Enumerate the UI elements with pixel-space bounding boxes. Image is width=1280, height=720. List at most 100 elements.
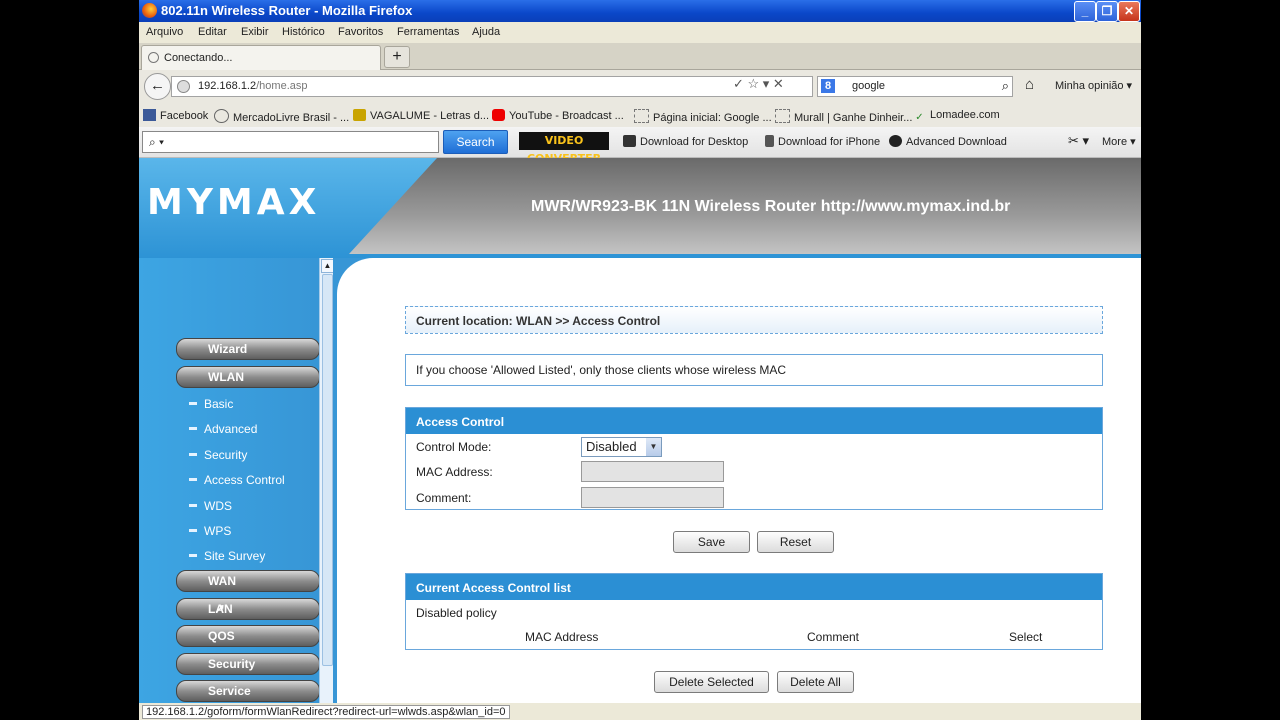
mouse-cursor-icon: ➚ [214, 600, 226, 616]
delete-all-button[interactable]: Delete All [777, 671, 854, 693]
model-title: MWR/WR923-BK 11N Wireless Router http://… [531, 198, 1011, 215]
submenu-security[interactable]: Security [188, 448, 247, 462]
lomadee-icon: ✓ [915, 112, 924, 123]
browser-window: 802.11n Wireless Router - Mozilla Firefo… [139, 0, 1141, 720]
search-engine-bar[interactable]: 8 google ⌕ [817, 76, 1013, 97]
menu-favoritos[interactable]: Favoritos [338, 26, 383, 38]
navigation-bar: ← 192.168.1.2/home.asp ✓ ☆ ▾ ✕ 8 google … [139, 70, 1141, 102]
comment-label: Comment: [416, 491, 472, 505]
loading-icon [148, 52, 159, 63]
toolbar-search-button[interactable]: Search [443, 130, 508, 154]
router-page: MYMAX MWR/WR923-BK 11N Wireless Router h… [139, 158, 1141, 703]
info-box: If you choose 'Allowed Listed', only tho… [405, 354, 1103, 386]
search-engine-value: google [852, 80, 886, 92]
back-button[interactable]: ← [144, 73, 171, 100]
bookmarks-bar: Facebook MercadoLivre Brasil - ... VAGAL… [139, 102, 1141, 127]
menu-service[interactable]: Service [176, 680, 320, 702]
download-icon [889, 135, 902, 147]
search-toolbar: ⌕ ▾ Search VIDEO CONVERTER Download for … [139, 127, 1141, 165]
url-bar[interactable]: 192.168.1.2/home.asp [171, 76, 813, 97]
handshake-icon [214, 109, 229, 123]
menu-lan[interactable]: LAN [176, 598, 320, 620]
menu-wizard[interactable]: Wizard [176, 338, 320, 360]
status-url: 192.168.1.2/goform/formWlanRedirect?redi… [142, 705, 510, 719]
tab-active[interactable]: Conectando... [141, 45, 381, 70]
home-icon[interactable]: ⌂ [1025, 76, 1034, 93]
new-tab-button[interactable]: + [384, 46, 410, 68]
minimize-button[interactable]: _ [1074, 1, 1096, 22]
bookmark-mercadolivre[interactable]: MercadoLivre Brasil - ... [214, 109, 349, 124]
menu-security[interactable]: Security [176, 653, 320, 675]
menu-qos[interactable]: QOS [176, 625, 320, 647]
bookmark-lomadee[interactable]: ✓ Lomadee.com [913, 109, 999, 124]
download-desktop-button[interactable]: Download for Desktop [623, 135, 748, 148]
tools-icon[interactable]: ✂ ▾ [1068, 133, 1089, 149]
menu-wlan[interactable]: WLAN [176, 366, 320, 388]
access-list-panel: Current Access Control list Disabled pol… [405, 573, 1103, 650]
scroll-thumb[interactable] [322, 274, 333, 666]
menu-historico[interactable]: Histórico [282, 26, 325, 38]
advanced-download-button[interactable]: Advanced Download [889, 135, 1007, 148]
youtube-icon [492, 109, 505, 121]
toolbar-search-input[interactable]: ⌕ ▾ [142, 131, 439, 153]
close-button[interactable]: ✕ [1118, 1, 1140, 22]
download-iphone-button[interactable]: Download for iPhone [765, 135, 880, 148]
mac-address-label: MAC Address: [416, 465, 493, 479]
reset-button[interactable]: Reset [757, 531, 834, 553]
status-bar: 192.168.1.2/goform/formWlanRedirect?redi… [139, 703, 1141, 720]
submenu-wds[interactable]: WDS [189, 499, 232, 513]
column-comment: Comment [807, 630, 860, 644]
vagalume-icon [353, 109, 366, 121]
tab-bar: Conectando... + [139, 43, 1141, 70]
bookmark-vagalume[interactable]: VAGALUME - Letras d... [353, 109, 489, 122]
save-button[interactable]: Save [673, 531, 750, 553]
submenu-advanced[interactable]: Advanced [188, 422, 257, 436]
search-icon[interactable]: ⌕ [1002, 78, 1009, 94]
submenu-wps[interactable]: WPS [188, 524, 231, 538]
chevron-down-icon[interactable]: ▼ [646, 438, 661, 456]
submenu-basic[interactable]: Basic [188, 397, 233, 411]
phone-icon [765, 135, 774, 147]
access-control-header: Access Control [406, 408, 1102, 434]
firefox-icon [142, 3, 157, 18]
bookmark-facebook[interactable]: Facebook [143, 109, 208, 122]
menu-ferramentas[interactable]: Ferramentas [397, 26, 459, 38]
menu-exibir[interactable]: Exibir [241, 26, 269, 38]
menu-editar[interactable]: Editar [198, 26, 227, 38]
policy-text: Disabled policy [416, 606, 497, 620]
mac-address-input[interactable] [581, 461, 724, 482]
submenu-site-survey[interactable]: Site Survey [188, 549, 265, 563]
feedback-button[interactable]: Minha opinião ▾ [1055, 79, 1132, 92]
menu-arquivo[interactable]: Arquivo [146, 26, 183, 38]
control-mode-label: Control Mode: [416, 440, 492, 454]
sidebar-curve [333, 258, 397, 703]
facebook-icon [143, 109, 156, 121]
menu-ajuda[interactable]: Ajuda [472, 26, 500, 38]
menu-wan[interactable]: WAN [176, 570, 320, 592]
page-icon [775, 109, 790, 123]
sidebar: Wizard WLAN Basic Advanced Security Acce… [139, 258, 320, 703]
google-icon: 8 [821, 79, 835, 93]
url-text: 192.168.1.2/home.asp [198, 80, 308, 92]
submenu-access-control[interactable]: Access Control [189, 473, 285, 487]
bookmark-youtube[interactable]: YouTube - Broadcast ... [492, 109, 624, 122]
comment-input[interactable] [581, 487, 724, 508]
video-converter-logo[interactable]: VIDEO CONVERTER [519, 132, 609, 165]
monitor-icon [623, 135, 636, 147]
mymax-logo: MYMAX [147, 182, 321, 223]
title-bar: 802.11n Wireless Router - Mozilla Firefo… [139, 0, 1141, 22]
access-list-header: Current Access Control list [406, 574, 1102, 600]
maximize-button[interactable]: ❐ [1096, 1, 1118, 22]
globe-icon [177, 80, 190, 93]
window-title: 802.11n Wireless Router - Mozilla Firefo… [161, 3, 413, 18]
more-button[interactable]: More ▾ [1102, 135, 1136, 148]
control-mode-select[interactable]: Disabled ▼ [581, 437, 662, 457]
access-control-panel: Access Control Control Mode: Disabled ▼ … [405, 407, 1103, 510]
sidebar-scrollbar[interactable]: ▲ [319, 258, 334, 703]
page-icon [634, 109, 649, 123]
column-select: Select [1009, 630, 1043, 644]
url-bar-icons[interactable]: ✓ ☆ ▾ ✕ [733, 76, 784, 92]
delete-selected-button[interactable]: Delete Selected [654, 671, 769, 693]
bookmark-google[interactable]: Página inicial: Google ... [634, 109, 772, 124]
bookmark-murall[interactable]: Murall | Ganhe Dinheir... [775, 109, 912, 124]
